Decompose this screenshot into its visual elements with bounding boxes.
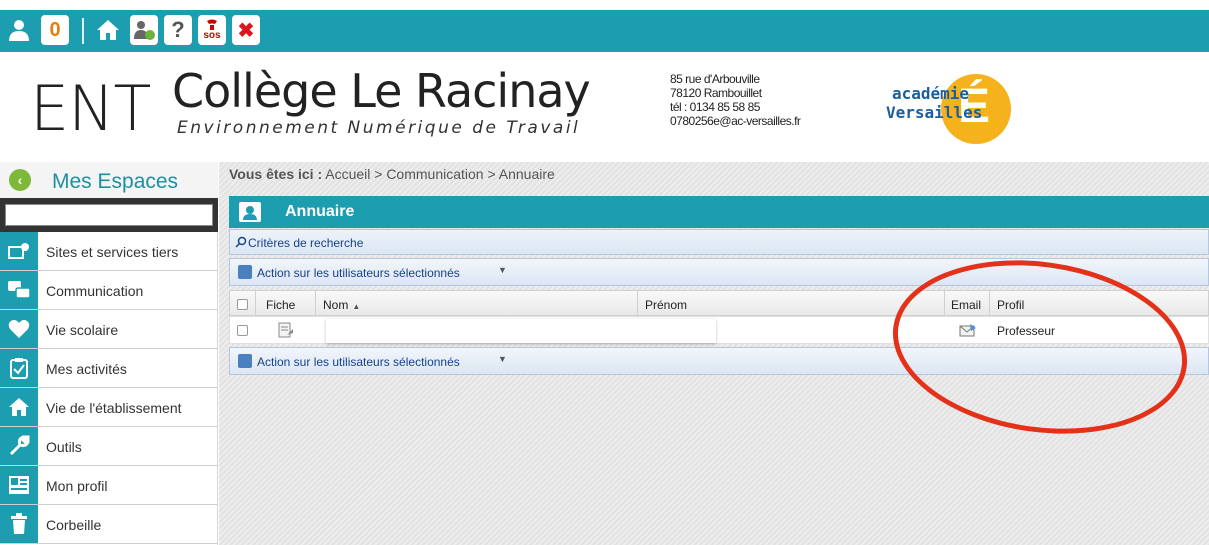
sidebar-item-vie-etablissement[interactable]: Vie de l'établissement (0, 388, 218, 427)
school-address: 85 rue d'Arbouville 78120 Rambouillet té… (670, 72, 801, 128)
sidebar: ‹ Mes Espaces Sites et services tiers Co… (0, 162, 218, 545)
row-checkbox[interactable] (237, 325, 248, 336)
column-header-fiche[interactable]: Fiche (256, 291, 316, 315)
record-card-icon[interactable] (278, 322, 294, 338)
column-header-nom[interactable]: Nom ▲ (316, 291, 638, 315)
users-action-icon (238, 265, 252, 279)
home-icon (0, 388, 38, 426)
annuaire-panel-header: Annuaire (229, 196, 1209, 228)
header-subtitle: Environnement Numérique de Travail (177, 118, 581, 138)
row-select-cell (230, 317, 256, 343)
notification-badge[interactable]: 0 (40, 14, 70, 46)
sidebar-item-mon-profil[interactable]: Mon profil (0, 466, 218, 505)
trash-icon (0, 505, 38, 543)
academie-versailles-logo: É académie Versailles (886, 74, 1026, 152)
wrench-icon (0, 427, 38, 465)
fiche-cell (256, 317, 316, 343)
sidebar-item-label: Vie scolaire (46, 322, 119, 338)
column-label: Prénom (645, 298, 688, 312)
address-line: tél : 0134 85 58 85 (670, 100, 760, 114)
sidebar-item-label: Mes activités (46, 361, 127, 377)
search-criteria-toggle[interactable]: Critères de recherche (229, 229, 1209, 255)
chat-bubbles-icon (0, 271, 38, 309)
heart-icon (0, 310, 38, 348)
logo-line2: Versailles (886, 103, 983, 122)
address-line: 85 rue d'Arbouville (670, 72, 760, 86)
breadcrumb-prefix: Vous êtes ici : (229, 166, 323, 182)
sidebar-item-mes-activites[interactable]: Mes activités (0, 349, 218, 388)
address-line: 78120 Rambouillet (670, 86, 762, 100)
sidebar-title: Mes Espaces (52, 170, 179, 193)
criteria-label: Critères de recherche (248, 236, 364, 250)
sidebar-item-communication[interactable]: Communication (0, 271, 218, 310)
users-config-icon[interactable] (129, 14, 159, 46)
profile-card-icon (0, 466, 38, 504)
sidebar-item-sites[interactable]: Sites et services tiers (0, 232, 218, 271)
column-label: Fiche (266, 298, 296, 312)
home-icon[interactable] (93, 14, 123, 46)
top-toolbar: 0 ? sos ✖ (0, 10, 1209, 52)
ent-logo-text: ENT (30, 72, 151, 145)
action-label: Action sur les utilisateurs sélectionnés (257, 266, 460, 280)
sidebar-item-vie-scolaire[interactable]: Vie scolaire (0, 310, 218, 349)
sidebar-item-label: Sites et services tiers (46, 244, 179, 260)
chevron-down-icon: ▼ (498, 265, 507, 275)
help-icon[interactable]: ? (163, 14, 193, 46)
select-all-column (230, 291, 256, 315)
close-icon[interactable]: ✖ (231, 14, 261, 46)
college-name: Collège Le Racinay (172, 64, 591, 118)
users-action-icon (238, 354, 252, 368)
collapse-arrow-icon[interactable]: ‹ (9, 169, 31, 191)
breadcrumb: Vous êtes ici : Accueil > Communication … (229, 166, 555, 182)
sidebar-item-label: Mon profil (46, 478, 108, 494)
toolbar-divider (82, 18, 84, 44)
sos-phone-icon[interactable]: sos (197, 14, 227, 46)
sos-label: sos (203, 30, 221, 41)
sidebar-search-wrapper (0, 198, 218, 232)
site-header: ENT Collège Le Racinay Environnement Num… (0, 52, 1209, 162)
select-all-checkbox[interactable] (237, 299, 248, 310)
notification-count: 0 (41, 15, 69, 45)
sidebar-item-label: Communication (46, 283, 144, 299)
address-book-icon (239, 202, 261, 222)
breadcrumb-path[interactable]: Accueil > Communication > Annuaire (325, 166, 555, 182)
column-label: Nom (323, 298, 349, 312)
external-sites-icon (0, 232, 38, 270)
sidebar-item-label: Vie de l'établissement (46, 400, 182, 416)
chevron-down-icon: ▼ (498, 354, 507, 364)
sidebar-item-label: Outils (46, 439, 82, 455)
logo-line1: académie (892, 84, 970, 103)
sidebar-item-label: Corbeille (46, 517, 102, 533)
sidebar-item-outils[interactable]: Outils (0, 427, 218, 466)
panel-title: Annuaire (285, 203, 355, 220)
address-email: 0780256e@ac-versailles.fr (670, 114, 801, 128)
sort-asc-icon: ▲ (352, 302, 361, 311)
search-icon (235, 236, 247, 248)
action-label: Action sur les utilisateurs sélectionnés (257, 355, 460, 369)
sidebar-item-corbeille[interactable]: Corbeille (0, 505, 218, 544)
clipboard-icon (0, 349, 38, 387)
user-icon[interactable] (4, 14, 34, 46)
sidebar-search-input[interactable] (5, 204, 213, 226)
masked-name-field (326, 319, 716, 343)
sidebar-header: ‹ Mes Espaces (0, 162, 218, 198)
